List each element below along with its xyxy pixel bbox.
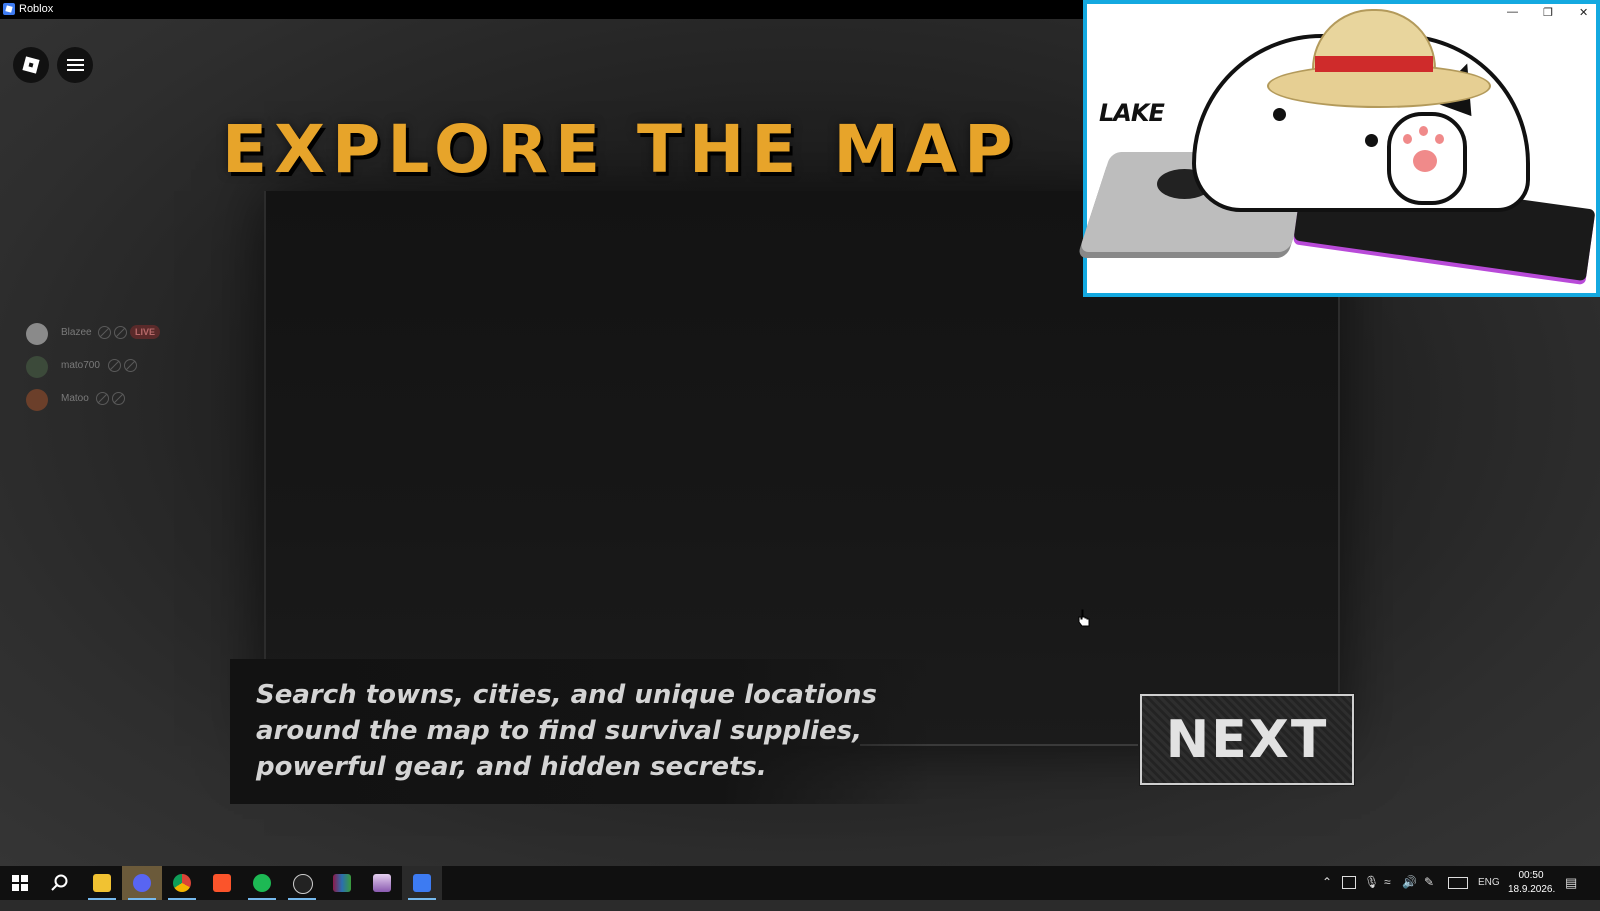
winrar-icon <box>333 874 351 892</box>
brave-icon <box>213 874 231 892</box>
cat-eye <box>1273 108 1286 121</box>
language-indicator[interactable]: ENG <box>1478 877 1500 911</box>
taskbar-chrome[interactable] <box>162 866 202 900</box>
hamburger-menu-button[interactable] <box>57 47 93 83</box>
roblox-app-icon <box>3 3 15 15</box>
microphone-icon[interactable]: 🎙 <box>1364 875 1379 909</box>
obs-icon <box>293 874 313 894</box>
mic-muted-icon[interactable] <box>98 326 111 339</box>
start-button[interactable] <box>0 866 40 900</box>
description-line: around the map to find survival supplies… <box>256 716 862 746</box>
camera-off-icon[interactable] <box>124 359 137 372</box>
taskbar-search-button[interactable] <box>40 866 80 900</box>
avatar <box>26 389 48 411</box>
spotify-icon <box>253 874 271 892</box>
hamburger-icon <box>67 59 84 61</box>
player-name: Matoo <box>61 393 89 404</box>
windows-start-icon <box>12 875 28 891</box>
cat-eye <box>1365 134 1378 147</box>
roblox-icon <box>413 874 431 892</box>
network-icon[interactable]: ≈ <box>1384 875 1391 909</box>
next-button[interactable]: NEXT <box>1139 693 1355 786</box>
pen-icon[interactable]: ✎ <box>1424 875 1434 909</box>
minimize-icon[interactable]: — <box>1507 6 1518 18</box>
description-box: Search towns, cities, and unique locatio… <box>230 659 930 804</box>
taskbar-winrar[interactable] <box>322 866 362 900</box>
taskbar-discord[interactable] <box>122 866 162 900</box>
next-button-label: NEXT <box>1165 710 1329 770</box>
straw-hat-band <box>1315 56 1433 72</box>
file-explorer-icon <box>93 874 111 892</box>
roblox-logo-icon <box>22 56 40 74</box>
taskbar-file-explorer[interactable] <box>82 866 122 900</box>
live-badge: LIVE <box>130 325 161 339</box>
camera-off-icon[interactable] <box>114 326 127 339</box>
clock[interactable]: 00:50 18.9.2026. <box>1508 869 1556 897</box>
webcam-overlay: — ❐ ✕ LAKE <box>1078 0 1600 297</box>
taskbar-roblox[interactable] <box>402 866 442 900</box>
discord-icon <box>133 874 151 892</box>
clock-date: 18.9.2026. <box>1508 884 1556 895</box>
player-name: Blazee <box>61 327 92 338</box>
page-title: EXPLORE THE MAP <box>222 111 1020 188</box>
player-name: mato700 <box>61 360 100 371</box>
taskbar-image-app[interactable] <box>362 866 402 900</box>
search-icon <box>51 874 68 891</box>
show-hidden-icons-icon[interactable]: ⌃ <box>1322 875 1332 909</box>
camera-off-icon[interactable] <box>112 392 125 405</box>
player-item[interactable]: mato700 <box>26 352 196 385</box>
mic-muted-icon[interactable] <box>108 359 121 372</box>
notifications-icon[interactable]: ▤ <box>1565 875 1577 909</box>
restore-icon[interactable]: ❐ <box>1543 6 1553 19</box>
clock-time: 00:50 <box>1518 870 1544 881</box>
description-line: Search towns, cities, and unique locatio… <box>256 680 878 710</box>
player-item[interactable]: Blazee LIVE <box>26 319 196 352</box>
player-list: Blazee LIVE mato700 Matoo <box>26 319 196 418</box>
avatar <box>26 356 48 378</box>
description-text: Search towns, cities, and unique locatio… <box>256 677 896 785</box>
description-line: powerful gear, and hidden secrets. <box>256 752 767 782</box>
taskbar-obs[interactable] <box>282 866 322 900</box>
tray-app-icon[interactable] <box>1342 876 1356 889</box>
skull-avatar-icon <box>26 323 48 345</box>
taskbar: ⌃ 🎙 ≈ 🔊 ✎ ENG 00:50 18.9.2026. ▤ <box>0 866 1600 900</box>
cat-paw <box>1387 112 1467 205</box>
roblox-menu-button[interactable] <box>13 47 49 83</box>
volume-icon[interactable]: 🔊 <box>1402 875 1417 909</box>
chrome-icon <box>173 874 191 892</box>
close-icon[interactable]: ✕ <box>1579 6 1588 19</box>
taskbar-brave[interactable] <box>202 866 242 900</box>
webcam-label: LAKE <box>1099 99 1165 127</box>
image-app-icon <box>373 874 391 892</box>
keyboard-icon[interactable] <box>1448 877 1468 889</box>
player-item[interactable]: Matoo <box>26 385 196 418</box>
window-title: Roblox <box>19 3 54 15</box>
mic-muted-icon[interactable] <box>96 392 109 405</box>
hand-cursor-icon <box>1078 609 1090 627</box>
taskbar-spotify[interactable] <box>242 866 282 900</box>
